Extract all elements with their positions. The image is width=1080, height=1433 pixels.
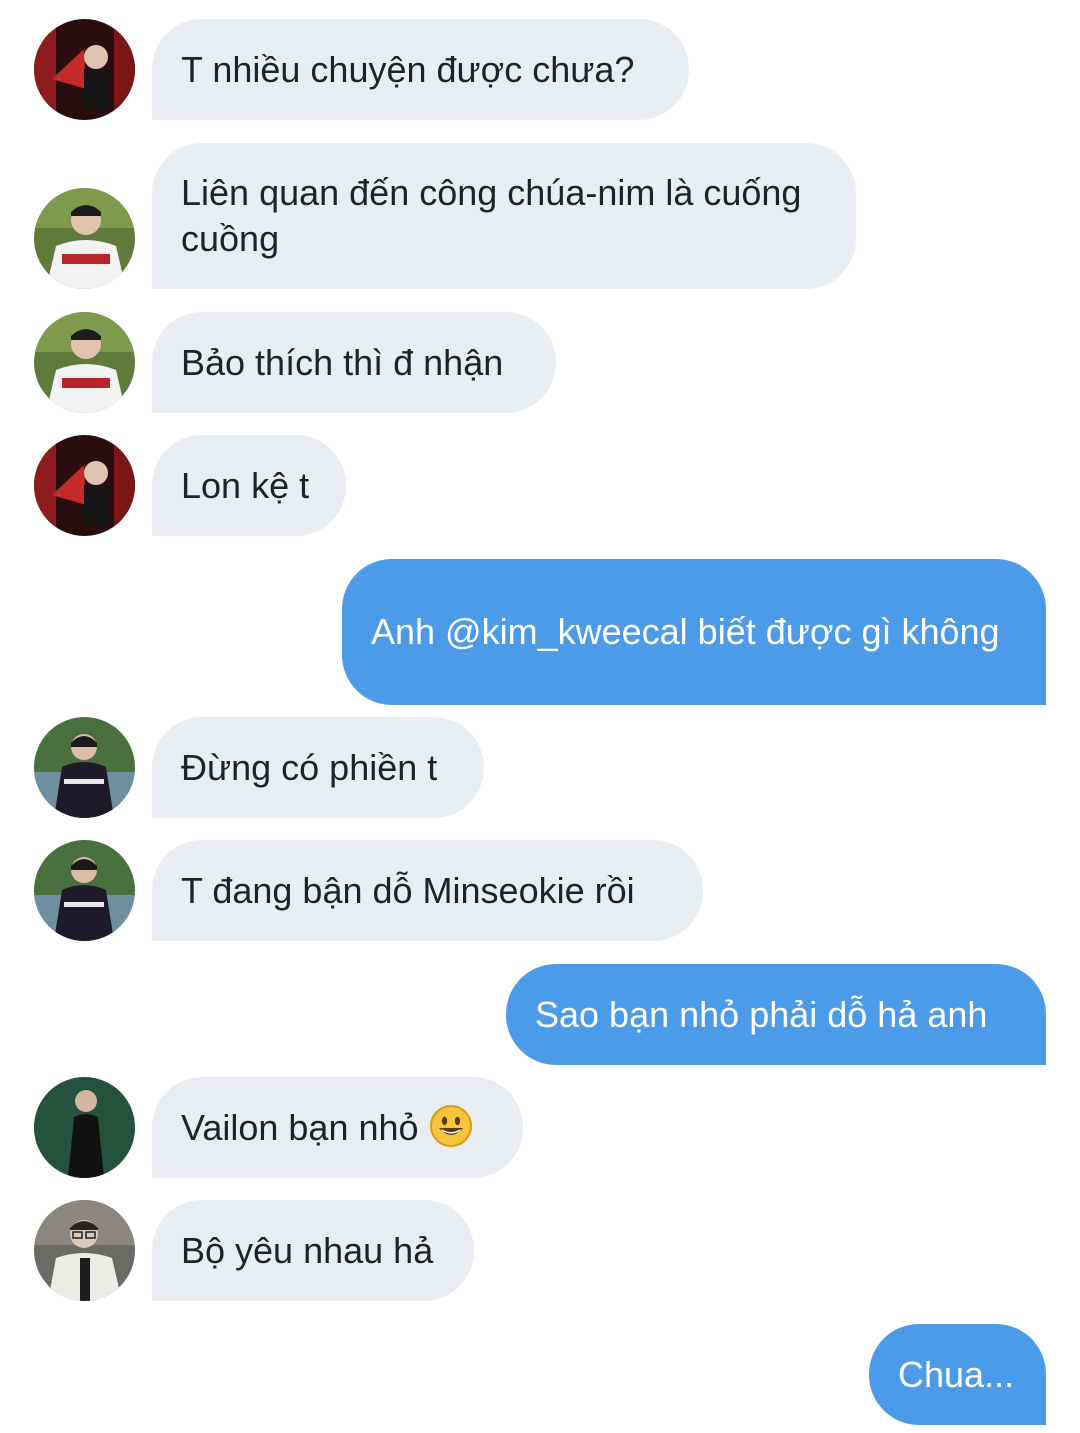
incoming-message-bubble[interactable]: Bộ yêu nhau hả [152,1200,474,1301]
message-row: Bảo thích thì đ nhận [0,312,1080,413]
avatar-baseball-image [34,312,135,413]
message-text: Lon kệ t [181,464,310,506]
avatar[interactable] [34,1077,135,1178]
message-row: Anh @kim_kweecal biết được gì không [0,559,1080,705]
incoming-message-bubble[interactable]: Liên quan đến công chúa-nim là cuống cuồ… [152,143,856,289]
message-text: Sao bạn nhỏ phải dỗ hả anh [535,993,988,1035]
avatar-baseball-image [34,188,135,289]
message-text: Bộ yêu nhau hả [181,1229,434,1271]
incoming-message-bubble[interactable]: Vailon bạn nhỏ [152,1077,523,1178]
smiling-face-icon [429,1104,473,1148]
avatar-outdoor-jersey-image [34,717,135,818]
message-text: T đang bận dỗ Minseokie rồi [181,869,635,911]
avatar[interactable] [34,19,135,120]
message-row: T đang bận dỗ Minseokie rồi [0,840,1080,941]
avatar[interactable] [34,188,135,289]
message-text: Chua... [898,1353,1015,1395]
message-text: Bảo thích thì đ nhận [181,341,504,383]
avatar-outdoor-jersey-image [34,840,135,941]
outgoing-message-bubble[interactable]: Chua... [869,1324,1046,1425]
avatar[interactable] [34,435,135,536]
outgoing-message-bubble[interactable]: Anh @kim_kweecal biết được gì không [342,559,1046,705]
message-text: Liên quan đến công chúa-nim là cuống cuồ… [181,172,812,259]
incoming-message-bubble[interactable]: Đừng có phiền t [152,717,484,818]
message-text-content: Vailon bạn nhỏ [181,1107,419,1148]
message-text: T nhiều chuyện được chưa? [181,48,635,90]
message-row: Đừng có phiền t [0,717,1080,818]
incoming-message-bubble[interactable]: T nhiều chuyện được chưa? [152,19,689,120]
message-row: Sao bạn nhỏ phải dỗ hả anh [0,964,1080,1065]
message-row: T nhiều chuyện được chưa? [0,19,1080,120]
chat-thread: T nhiều chuyện được chưa? Liên quan đến … [0,0,1080,1433]
avatar[interactable] [34,717,135,818]
avatar-dark-suit-image [34,1077,135,1178]
avatar[interactable] [34,1200,135,1301]
avatar[interactable] [34,840,135,941]
message-row: Bộ yêu nhau hả [0,1200,1080,1301]
avatar[interactable] [34,312,135,413]
avatar-glasses-jacket-image [34,1200,135,1301]
message-text: Anh @kim_kweecal biết được gì không [371,611,1000,652]
message-row: Chua... [0,1324,1080,1425]
incoming-message-bubble[interactable]: Lon kệ t [152,435,346,536]
message-row: Lon kệ t [0,435,1080,536]
avatar-red-fan-image [34,19,135,120]
outgoing-message-bubble[interactable]: Sao bạn nhỏ phải dỗ hả anh [506,964,1046,1065]
message-row: Liên quan đến công chúa-nim là cuống cuồ… [0,143,1080,289]
message-row: Vailon bạn nhỏ [0,1077,1080,1178]
incoming-message-bubble[interactable]: T đang bận dỗ Minseokie rồi [152,840,703,941]
message-text: Vailon bạn nhỏ [181,1104,473,1151]
message-text: Đừng có phiền t [181,746,438,788]
avatar-red-fan-image [34,435,135,536]
incoming-message-bubble[interactable]: Bảo thích thì đ nhận [152,312,556,413]
